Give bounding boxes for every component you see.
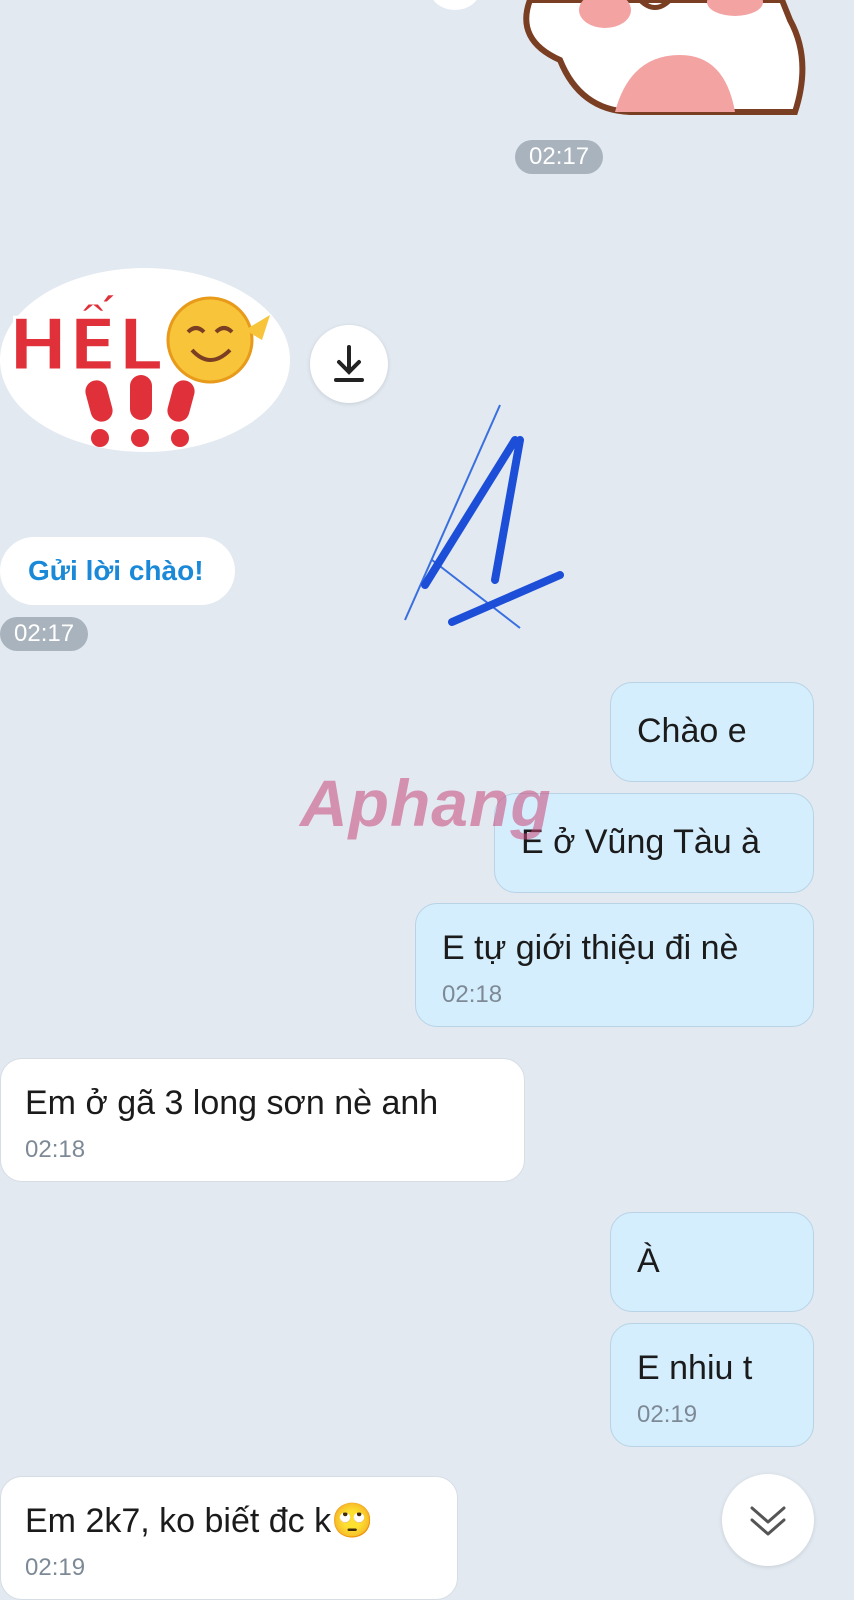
message-bubble[interactable]: Em ở gã 3 long sơn nè anh 02:18 (0, 1058, 525, 1182)
message-text: Em ở gã 3 long sơn nè anh (25, 1084, 439, 1122)
download-icon (334, 345, 364, 382)
message-bubble[interactable]: Em 2k7, ko biết đc k🙄 02:19 (0, 1476, 458, 1600)
timestamp-pill: 02:17 (0, 617, 89, 651)
message-bubble[interactable]: À (610, 1212, 814, 1312)
watermark: Aphang (300, 766, 552, 840)
message-text: E nhiu t (637, 1349, 753, 1387)
double-chevron-down-icon (750, 1506, 786, 1536)
message-text: À (637, 1242, 660, 1280)
scroll-to-bottom-button[interactable] (722, 1474, 814, 1566)
hello-sticker-image: HẾL (0, 268, 290, 452)
message-time: 02:18 (442, 981, 503, 1008)
download-button[interactable] (310, 325, 388, 403)
scribble-drawing (404, 404, 564, 629)
partial-circle (430, 0, 480, 10)
message-time: 02:19 (25, 1554, 86, 1581)
message-text: Em 2k7, ko biết đc k🙄 (25, 1502, 374, 1540)
send-greeting-label: Gửi lời chào! (28, 555, 204, 586)
message-text: E ở Vũng Tàu à (521, 823, 761, 861)
cat-sticker-image (523, 0, 806, 115)
message-text: E tự giới thiệu đi nè (442, 929, 739, 967)
message-time: 02:18 (25, 1136, 86, 1163)
message-bubble[interactable]: Chào e (610, 682, 814, 782)
message-text: Chào e (637, 712, 747, 750)
hello-sticker[interactable]: HẾL (0, 260, 300, 460)
send-greeting-button[interactable]: Gửi lời chào! (0, 537, 235, 605)
timestamp-pill: 02:17 (515, 140, 604, 174)
cat-sticker[interactable] (520, 0, 820, 115)
sticker-text: HẾL (8, 294, 163, 387)
message-bubble[interactable]: E tự giới thiệu đi nè 02:18 (415, 903, 814, 1027)
message-time: 02:19 (637, 1401, 698, 1428)
message-bubble[interactable]: E nhiu t 02:19 (610, 1323, 814, 1447)
